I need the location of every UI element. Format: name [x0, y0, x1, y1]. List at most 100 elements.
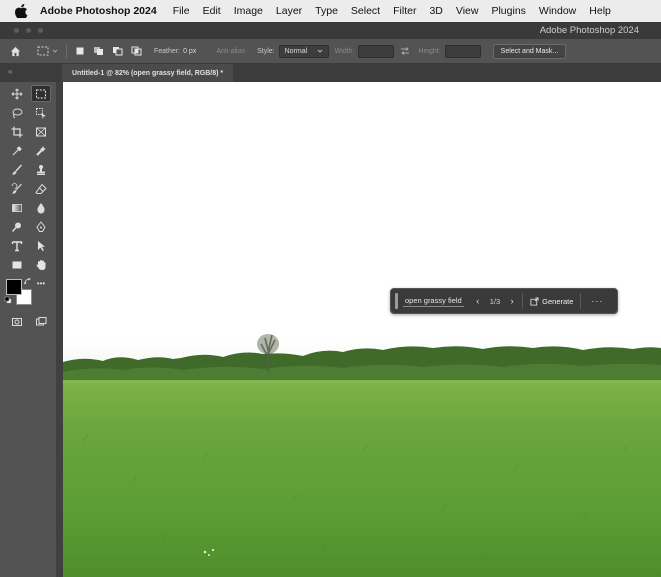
blur-tool[interactable]: [32, 200, 50, 215]
eraser-tool[interactable]: [32, 181, 50, 196]
apple-menu-icon[interactable]: [14, 4, 28, 18]
default-colors-icon[interactable]: [4, 296, 12, 304]
clone-stamp-tool[interactable]: [32, 162, 50, 177]
eraser-icon: [35, 183, 47, 194]
eyedropper-tool[interactable]: [8, 143, 26, 158]
generate-label: Generate: [542, 296, 574, 306]
app-name-menu[interactable]: Adobe Photoshop 2024: [40, 5, 157, 17]
next-variation-button[interactable]: ›: [506, 296, 518, 306]
dodge-icon: [11, 222, 21, 232]
style-value: Normal: [284, 47, 308, 55]
close-window-button[interactable]: [14, 28, 19, 33]
brush-tool[interactable]: [8, 162, 26, 177]
menu-type[interactable]: Type: [315, 5, 338, 17]
menu-help[interactable]: Help: [589, 5, 611, 17]
chevron-down-icon[interactable]: [52, 48, 58, 54]
object-selection-tool[interactable]: [32, 105, 50, 120]
select-and-mask-button[interactable]: Select and Mask...: [492, 43, 567, 59]
width-input[interactable]: [358, 44, 395, 58]
lasso-icon: [12, 108, 23, 118]
options-bar: Feather: 0 px Anti-alias Style: Normal W…: [0, 39, 661, 64]
pen-tool[interactable]: [32, 219, 50, 234]
zoom-window-button[interactable]: [38, 28, 43, 33]
grassy-field-image: [63, 82, 661, 577]
menu-select[interactable]: Select: [351, 5, 380, 17]
crop-tool[interactable]: [8, 124, 26, 139]
swap-width-height-icon[interactable]: [400, 47, 410, 55]
home-icon[interactable]: [10, 46, 21, 57]
menu-view[interactable]: View: [456, 5, 479, 17]
style-select[interactable]: Normal: [278, 44, 329, 58]
menu-image[interactable]: Image: [234, 5, 263, 17]
hand-icon: [36, 259, 46, 270]
gradient-tool[interactable]: [8, 200, 26, 215]
eyedropper-icon: [12, 145, 22, 155]
rectangle-tool[interactable]: [8, 257, 26, 272]
menu-layer[interactable]: Layer: [276, 5, 302, 17]
type-tool[interactable]: [8, 238, 26, 253]
dodge-tool[interactable]: [8, 219, 26, 234]
frame-tool[interactable]: [32, 124, 50, 139]
divider: [66, 44, 67, 58]
blur-drop-icon: [37, 202, 45, 213]
add-to-selection-icon[interactable]: [93, 46, 104, 56]
window-controls: [14, 28, 43, 33]
window-titlebar: Adobe Photoshop 2024: [0, 22, 661, 39]
height-input[interactable]: [444, 44, 481, 58]
document-tab[interactable]: Untitled-1 @ 82% (open grassy field, RGB…: [62, 64, 234, 82]
drag-handle[interactable]: [395, 293, 398, 309]
hand-tool[interactable]: [32, 257, 50, 272]
tools-panel: •••: [0, 82, 56, 577]
photoshop-window: Adobe Photoshop 2024 File Edit Image Lay…: [0, 0, 661, 577]
menu-window[interactable]: Window: [539, 5, 576, 17]
intersect-selection-icon[interactable]: [131, 46, 142, 56]
chevron-down-icon: [317, 49, 322, 53]
marquee-preset-icon[interactable]: [37, 46, 49, 56]
object-selection-icon: [36, 107, 46, 119]
height-label: Height:: [418, 47, 441, 55]
menu-bar: Adobe Photoshop 2024 File Edit Image Lay…: [0, 0, 661, 22]
width-label: Width:: [334, 47, 355, 55]
previous-variation-button[interactable]: ‹: [472, 296, 484, 306]
divider: [580, 293, 582, 309]
edit-toolbar-more-icon[interactable]: •••: [32, 276, 50, 291]
minimize-window-button[interactable]: [26, 28, 31, 33]
lasso-tool[interactable]: [8, 105, 26, 120]
move-tool[interactable]: [8, 86, 26, 101]
foreground-color-swatch[interactable]: [6, 279, 22, 295]
swap-colors-icon[interactable]: [24, 278, 32, 286]
history-brush-tool[interactable]: [8, 181, 26, 196]
history-brush-icon: [11, 182, 22, 194]
quick-mask-button[interactable]: [8, 314, 26, 329]
screen-mode-button[interactable]: [32, 314, 50, 329]
menu-edit[interactable]: Edit: [203, 5, 221, 17]
collapse-panels-icon[interactable]: «: [8, 67, 12, 76]
feather-input[interactable]: 0 px: [183, 48, 196, 55]
path-selection-tool[interactable]: [32, 238, 50, 253]
prompt-text[interactable]: open grassy field: [403, 295, 464, 307]
anti-alias-checkbox[interactable]: Anti-alias: [216, 48, 245, 55]
crop-icon: [11, 126, 23, 137]
menu-3d[interactable]: 3D: [429, 5, 442, 17]
gradient-icon: [12, 203, 22, 212]
style-label: Style:: [257, 47, 275, 55]
menu-file[interactable]: File: [173, 5, 190, 17]
generate-button[interactable]: Generate: [527, 295, 576, 308]
rectangular-marquee-icon: [36, 89, 46, 98]
brush-icon: [12, 164, 23, 175]
document-canvas[interactable]: [63, 82, 661, 577]
menu-filter[interactable]: Filter: [393, 5, 416, 17]
quick-mask-icon: [12, 317, 22, 326]
screen-mode-icon: [36, 316, 47, 325]
feather-label: Feather:: [154, 47, 181, 55]
new-selection-icon[interactable]: [75, 46, 85, 56]
more-options-button[interactable]: ···: [591, 296, 603, 306]
variation-counter: 1/3: [489, 296, 501, 306]
document-tab-bar: « Untitled-1 @ 82% (open grassy field, R…: [0, 64, 661, 82]
document-tab-title: Untitled-1 @ 82% (open grassy field, RGB…: [72, 69, 224, 77]
menu-plugins[interactable]: Plugins: [491, 5, 525, 17]
marquee-tool[interactable]: [31, 85, 51, 102]
divider: [522, 293, 524, 309]
subtract-from-selection-icon[interactable]: [112, 46, 123, 56]
spot-healing-tool[interactable]: [32, 143, 50, 158]
